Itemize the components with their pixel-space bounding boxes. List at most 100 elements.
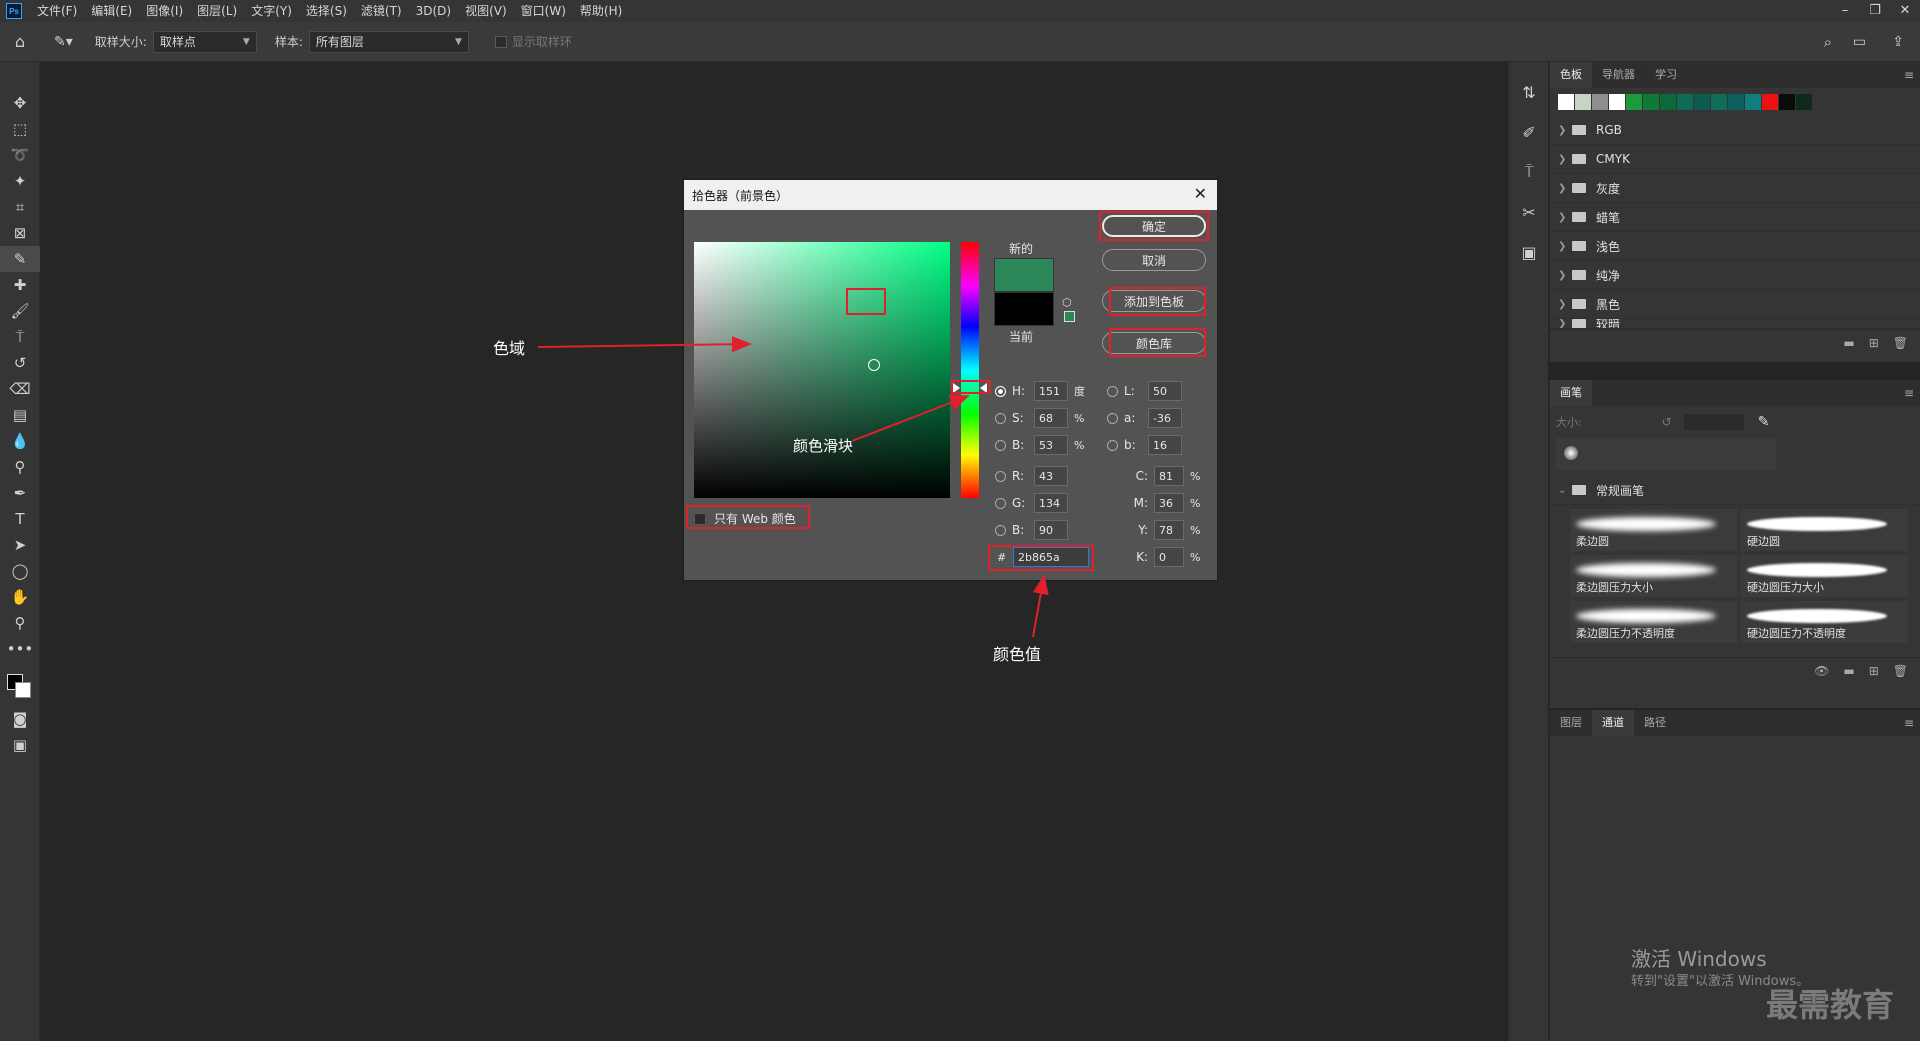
clone-source-icon[interactable]: ⍑	[1509, 152, 1549, 192]
swatch-group-light[interactable]: ❯ 浅色	[1550, 232, 1920, 261]
magic-wand-tool-icon[interactable]: ✦	[0, 168, 40, 194]
green-radio[interactable]	[995, 497, 1006, 509]
brush-item[interactable]: 硬边圆压力大小	[1741, 555, 1908, 597]
hand-tool-icon[interactable]: ✋	[0, 584, 40, 610]
sample-select[interactable]: 所有图层 ▼	[308, 30, 469, 53]
saturation-radio[interactable]	[995, 412, 1006, 424]
panel-menu-icon[interactable]: ≡	[1904, 710, 1914, 736]
stamp-tool-icon[interactable]: ⍑	[0, 324, 40, 350]
brush-item[interactable]: 硬边圆	[1741, 509, 1908, 551]
panel-menu-icon[interactable]: ≡	[1904, 62, 1914, 88]
tab-paths[interactable]: 路径	[1634, 710, 1676, 736]
lasso-tool-icon[interactable]: ➰	[0, 142, 40, 168]
ellipse-tool-icon[interactable]: ◯	[0, 558, 40, 584]
search-icon[interactable]: ⌕	[1824, 33, 1832, 51]
minimize-icon[interactable]: –	[1830, 0, 1860, 22]
healing-tool-icon[interactable]: ✚	[0, 272, 40, 298]
swatch[interactable]	[1626, 94, 1642, 110]
workspace-icon[interactable]: ▭	[1853, 34, 1866, 50]
close-icon[interactable]: ✕	[1194, 184, 1207, 203]
swatch[interactable]	[1745, 94, 1761, 110]
visibility-icon[interactable]: 👁	[1814, 664, 1829, 678]
path-select-tool-icon[interactable]: ➤	[0, 532, 40, 558]
swatch[interactable]	[1592, 94, 1608, 110]
current-color-swatch[interactable]	[994, 292, 1054, 326]
show-ring-checkbox[interactable]	[494, 35, 507, 48]
eyedropper-tool-icon[interactable]: ✎	[0, 246, 40, 272]
tab-navigator[interactable]: 导航器	[1592, 62, 1645, 88]
tab-channels[interactable]: 通道	[1592, 710, 1634, 736]
panel-menu-icon[interactable]: ≡	[1904, 380, 1914, 406]
brush-size-input[interactable]	[1683, 414, 1744, 430]
color-field[interactable]	[694, 242, 950, 498]
swatch-group-dark[interactable]: ❯ 较暗	[1550, 319, 1920, 329]
color-swatches[interactable]	[0, 662, 39, 706]
home-icon[interactable]: ⌂	[0, 32, 40, 51]
eyedropper-tool-icon[interactable]: ✎▾	[54, 34, 73, 50]
lab-b-radio[interactable]	[1107, 439, 1118, 451]
swatch[interactable]	[1558, 94, 1574, 110]
lab-a-radio[interactable]	[1107, 412, 1118, 424]
zoom-tool-icon[interactable]: ⚲	[0, 610, 40, 636]
gradient-tool-icon[interactable]: ▤	[0, 402, 40, 428]
share-icon[interactable]: ⇪	[1892, 34, 1904, 50]
swatch[interactable]	[1677, 94, 1693, 110]
hue-input[interactable]: 151	[1034, 381, 1068, 401]
blur-tool-icon[interactable]: 💧	[0, 428, 40, 454]
history-panel-icon[interactable]: ⇅	[1509, 72, 1549, 112]
magenta-input[interactable]: 36	[1154, 493, 1184, 513]
brush-settings-icon[interactable]: ✐	[1509, 112, 1549, 152]
crop-tool-icon[interactable]: ⌗	[0, 194, 40, 220]
background-color-swatch[interactable]	[15, 682, 31, 698]
move-tool-icon[interactable]: ✥	[0, 90, 40, 116]
type-tool-icon[interactable]: T	[0, 506, 40, 532]
swatch[interactable]	[1575, 94, 1591, 110]
lab-l-input[interactable]: 50	[1148, 381, 1182, 401]
menu-help[interactable]: 帮助(H)	[573, 0, 629, 22]
blue-input[interactable]: 90	[1034, 520, 1068, 540]
swatch[interactable]	[1779, 94, 1795, 110]
quick-mask-icon[interactable]: ◙	[0, 706, 40, 732]
brush-item[interactable]: 柔边圆压力大小	[1570, 555, 1737, 597]
swatch[interactable]	[1694, 94, 1710, 110]
brush-folder-general[interactable]: ⌄ 常规画笔	[1550, 476, 1920, 505]
edit-brush-icon[interactable]: ✎	[1758, 414, 1770, 430]
tab-swatches[interactable]: 色板	[1550, 62, 1592, 88]
swatch-group-pastel[interactable]: ❯ 蜡笔	[1550, 203, 1920, 232]
black-input[interactable]: 0	[1154, 547, 1184, 567]
restore-icon[interactable]: ❐	[1860, 0, 1890, 22]
hue-slider[interactable]	[961, 242, 979, 498]
menu-edit[interactable]: 编辑(E)	[84, 0, 139, 22]
red-radio[interactable]	[995, 470, 1006, 482]
brush-item[interactable]: 柔边圆	[1570, 509, 1737, 551]
new-brush-icon[interactable]: ⊞	[1869, 664, 1879, 678]
swatch-group-cmyk[interactable]: ❯ CMYK	[1550, 145, 1920, 174]
eraser-tool-icon[interactable]: ⌫	[0, 376, 40, 402]
swatch[interactable]	[1796, 94, 1812, 110]
tab-layers[interactable]: 图层	[1550, 710, 1592, 736]
brightness-radio[interactable]	[995, 439, 1006, 451]
cyan-input[interactable]: 81	[1154, 466, 1184, 486]
menu-type[interactable]: 文字(Y)	[244, 0, 299, 22]
new-swatch-icon[interactable]: ⊞	[1869, 336, 1879, 350]
menu-layer[interactable]: 图层(L)	[190, 0, 244, 22]
new-group-icon[interactable]: ▬	[1843, 336, 1854, 350]
brightness-input[interactable]: 53	[1034, 435, 1068, 455]
sample-size-select[interactable]: 取样点 ▼	[152, 30, 257, 53]
screen-mode-icon[interactable]: ▣	[0, 732, 40, 758]
menu-image[interactable]: 图像(I)	[139, 0, 190, 22]
blue-radio[interactable]	[995, 524, 1006, 536]
swatch[interactable]	[1643, 94, 1659, 110]
cancel-button[interactable]: 取消	[1102, 249, 1206, 271]
red-input[interactable]: 43	[1034, 466, 1068, 486]
tools-preset-icon[interactable]: ✂	[1509, 192, 1549, 232]
swatch-group-gray[interactable]: ❯ 灰度	[1550, 174, 1920, 203]
lab-a-input[interactable]: -36	[1148, 408, 1182, 428]
color-picker-ring[interactable]	[868, 359, 880, 371]
menu-select[interactable]: 选择(S)	[299, 0, 354, 22]
swatch[interactable]	[1711, 94, 1727, 110]
delete-icon[interactable]: 🗑	[1893, 664, 1908, 678]
menu-window[interactable]: 窗口(W)	[514, 0, 573, 22]
swatch-group-rgb[interactable]: ❯ RGB	[1550, 116, 1920, 145]
lab-l-radio[interactable]	[1107, 385, 1118, 397]
